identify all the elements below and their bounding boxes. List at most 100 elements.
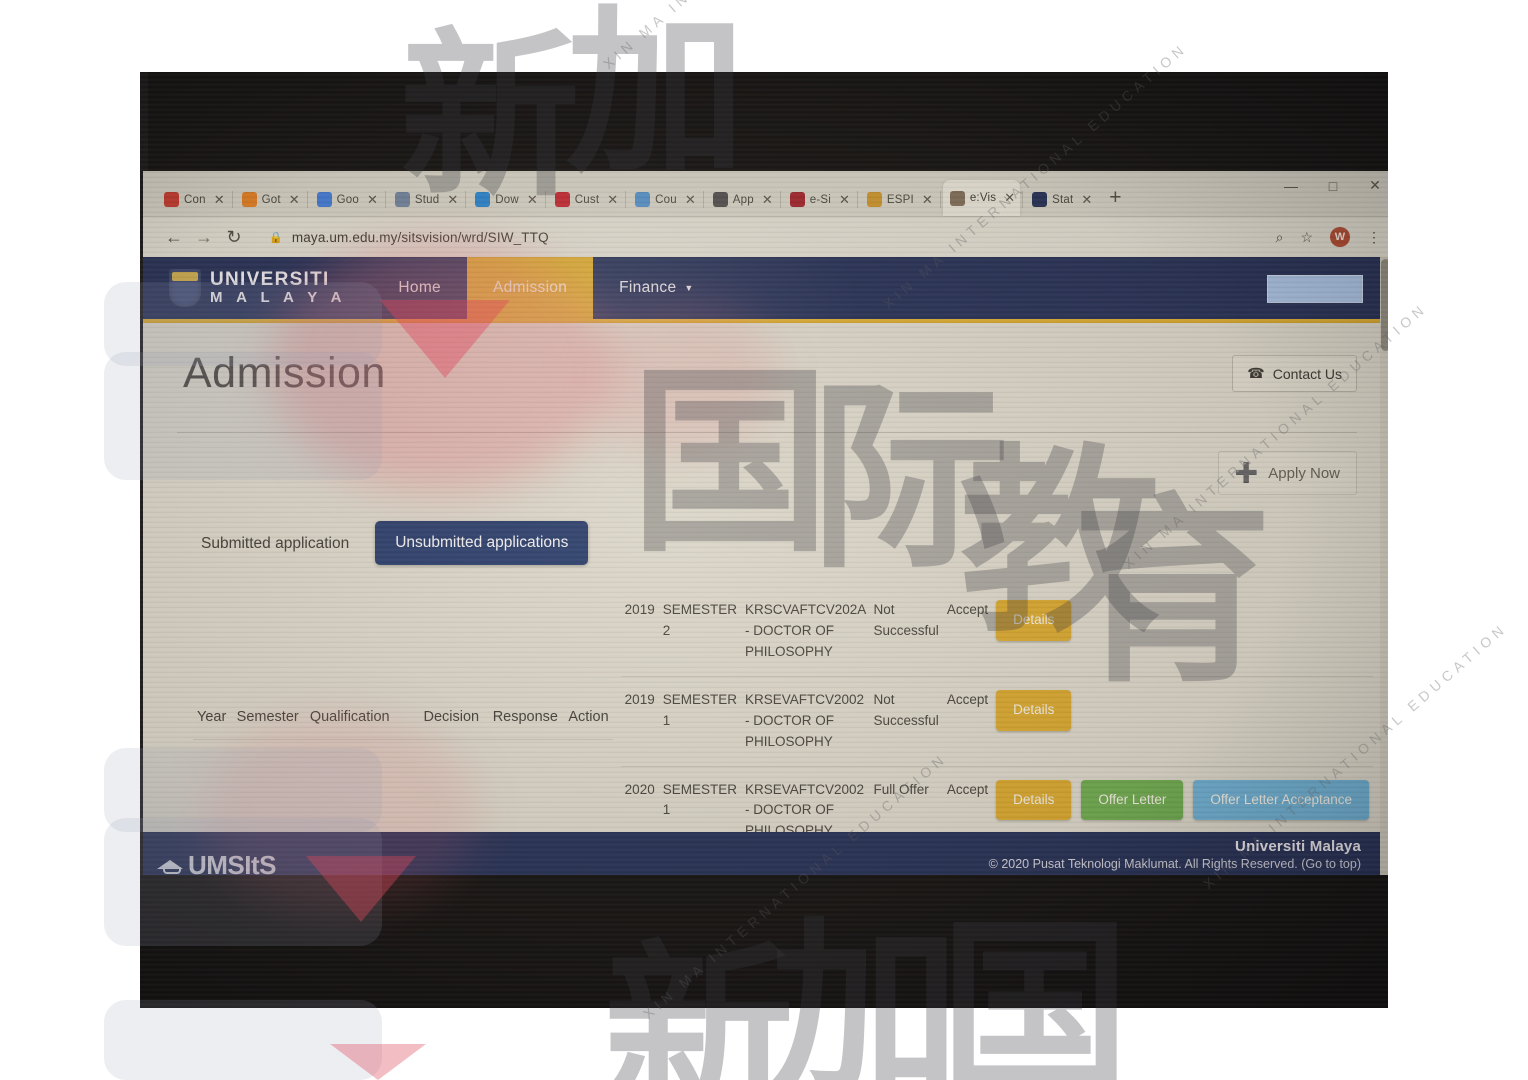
close-tab-icon[interactable]: ✕ <box>447 192 458 208</box>
tab-label: App <box>732 193 754 206</box>
cell-decision: Not Successful <box>869 587 943 677</box>
star-icon[interactable]: ☆ <box>1300 229 1313 246</box>
minimize-button[interactable]: — <box>1283 178 1299 194</box>
page-scrollbar[interactable] <box>1380 257 1388 875</box>
tab-separator <box>702 191 704 208</box>
cell-actions: Details <box>992 676 1373 767</box>
close-tab-icon[interactable]: ✕ <box>762 192 773 208</box>
details-button[interactable]: Details <box>996 689 1072 731</box>
navbar-highlight-box[interactable] <box>1267 275 1363 303</box>
table-row: 2019 SEMESTER 2 KRSCVAFTCV202A - DOCTOR OF… <box>620 587 1373 677</box>
column-header-qualification: Qualification <box>305 703 420 741</box>
browser-tab-got[interactable]: Got ✕ <box>235 183 305 216</box>
close-tab-icon[interactable]: ✕ <box>607 192 618 208</box>
reload-button[interactable]: ↻ <box>219 227 249 248</box>
web-page-viewport: UNIVERSITI M A L A Y A Home Admission Fina… <box>143 257 1388 875</box>
contact-us-button[interactable]: ☎ Contact Us <box>1232 355 1357 392</box>
close-tab-icon[interactable]: ✕ <box>922 192 933 208</box>
address-bar[interactable]: 🔒 maya.um.edu.my/sitsvision/wrd/SIW_TTQ <box>249 224 1264 250</box>
close-window-button[interactable]: ✕ <box>1367 177 1383 194</box>
download-icon <box>475 192 491 207</box>
site-nav-admission[interactable]: Admission <box>466 257 594 319</box>
browser-tab-espi[interactable]: ESPI ✕ <box>860 183 938 216</box>
browser-tab-stud[interactable]: Stud ✕ <box>388 183 463 216</box>
tab-separator <box>306 191 308 208</box>
lock-icon: 🔒 <box>269 231 283 244</box>
close-tab-icon[interactable]: ✕ <box>367 192 378 208</box>
apply-now-button[interactable]: ➕ Apply Now <box>1217 451 1357 495</box>
browser-tab-strip: Con ✕ Got ✕ Goo ✕ Stud ✕ Dow ✕ Cust ✕ Cou ✕ App ✕ e-Si ✕ E… <box>143 171 1388 217</box>
browser-tab-dow[interactable]: Dow ✕ <box>468 183 543 216</box>
cell-year: 2019 <box>620 676 659 767</box>
cell-qualification: KRSEVAFTCV2002 - DOCTOR OF PHILOSOPHY <box>740 676 870 767</box>
browser-tabs[interactable]: Con ✕ Got ✕ Goo ✕ Stud ✕ Dow ✕ Cust ✕ Cou ✕ App ✕ e-Si ✕ E… <box>143 171 1388 216</box>
cell-decision: Not Successful <box>869 676 943 767</box>
cell-qualification: KRSCVAFTCV202A - DOCTOR OF PHILOSOPHY <box>740 587 870 677</box>
browser-tab-evis[interactable]: e:Vis ✕ <box>942 180 1021 216</box>
browser-tab-goo[interactable]: Goo ✕ <box>310 183 383 216</box>
column-header-decision: Decision <box>419 703 489 741</box>
maximize-button[interactable]: □ <box>1325 178 1341 194</box>
close-tab-icon[interactable]: ✕ <box>685 192 696 208</box>
forward-button[interactable]: → <box>189 227 219 248</box>
page-scrollbar-thumb[interactable] <box>1381 259 1388 351</box>
details-button[interactable]: Details <box>996 779 1072 821</box>
avatar[interactable]: W <box>1330 227 1350 247</box>
offer-letter-button[interactable]: Offer Letter <box>1081 779 1184 821</box>
back-button[interactable]: ← <box>159 227 189 248</box>
tab-label: Dow <box>495 193 519 206</box>
column-header-action: Action <box>564 703 613 741</box>
page-title: Admission <box>183 349 386 397</box>
site-nav-items[interactable]: Home Admission Finance ▼ <box>372 257 719 319</box>
page-tab-submitted[interactable]: Submitted application <box>191 523 359 565</box>
browser-tab-cou[interactable]: Cou ✕ <box>628 183 701 216</box>
cell-semester: SEMESTER 2 <box>658 587 741 677</box>
table-header-row: Year Semester Qualification Decision Respons… <box>193 703 613 741</box>
details-button[interactable]: Details <box>996 600 1072 641</box>
browser-tab-app[interactable]: App ✕ <box>706 183 778 216</box>
tab-label: Stat <box>1052 193 1074 206</box>
joomla-icon <box>635 192 651 207</box>
site-nav-home[interactable]: Home <box>372 257 467 319</box>
phone-icon: ☎ <box>1247 365 1265 381</box>
close-tab-icon[interactable]: ✕ <box>289 192 300 208</box>
applications-table-head: Year Semester Qualification Decision Respons… <box>193 703 613 741</box>
watermark-diagonal-0: XIN MA INTERNATIONAL EDUCATION <box>600 0 910 72</box>
tab-label: ESPI <box>886 193 914 206</box>
close-tab-icon[interactable]: ✕ <box>1081 192 1092 208</box>
tab-label: Stud <box>414 193 440 206</box>
browser-tab-con[interactable]: Con ✕ <box>157 183 230 216</box>
close-tab-icon[interactable]: ✕ <box>839 192 850 208</box>
offer-letter-acceptance-button[interactable]: Offer Letter Acceptance <box>1193 779 1369 821</box>
gotomeeting-icon <box>241 192 257 207</box>
browser-tab-esi[interactable]: e-Si ✕ <box>783 183 855 216</box>
window-controls[interactable]: — □ ✕ <box>1283 177 1383 194</box>
zoom-icon[interactable]: ⌕ <box>1276 229 1284 246</box>
brand-line-1: UNIVERSITI <box>210 269 330 291</box>
browser-toolbar: ← → ↻ 🔒 maya.um.edu.my/sitsvision/wrd/SI… <box>143 217 1388 257</box>
site-navbar: UNIVERSITI M A L A Y A Home Admission Fina… <box>143 257 1388 323</box>
pdf24-icon <box>164 192 179 207</box>
tab-label: e-Si <box>809 193 831 206</box>
apply-now-label: Apply Now <box>1268 464 1340 482</box>
site-nav-label: Finance <box>619 279 677 296</box>
close-tab-icon[interactable]: ✕ <box>214 192 225 208</box>
site-nav-finance[interactable]: Finance ▼ <box>593 257 719 319</box>
tab-label: Goo <box>336 193 359 206</box>
browser-tab-stat[interactable]: Stat ✕ <box>1025 183 1097 216</box>
custom-icon <box>554 192 570 207</box>
tab-separator <box>1022 191 1024 208</box>
site-brand[interactable]: UNIVERSITI M A L A Y A <box>210 270 346 306</box>
brand-line-2: M A L A Y A <box>210 289 347 307</box>
browser-tab-cust[interactable]: Cust ✕ <box>548 183 623 216</box>
toolbar-actions: ⌕ ☆ W ⋮ <box>1264 227 1381 247</box>
cell-semester: SEMESTER 1 <box>658 676 741 767</box>
page-tab-unsubmitted[interactable]: Unsubmitted applications <box>375 521 589 565</box>
new-tab-button[interactable]: + <box>1109 186 1121 210</box>
kebab-menu-icon[interactable]: ⋮ <box>1367 229 1381 246</box>
tab-separator <box>384 191 386 208</box>
cell-response: Accept <box>942 587 993 677</box>
close-tab-icon[interactable]: ✕ <box>527 192 538 208</box>
close-tab-icon[interactable]: ✕ <box>1004 190 1015 206</box>
application-tabs[interactable]: Submitted application Unsubmitted applica… <box>177 499 1357 565</box>
